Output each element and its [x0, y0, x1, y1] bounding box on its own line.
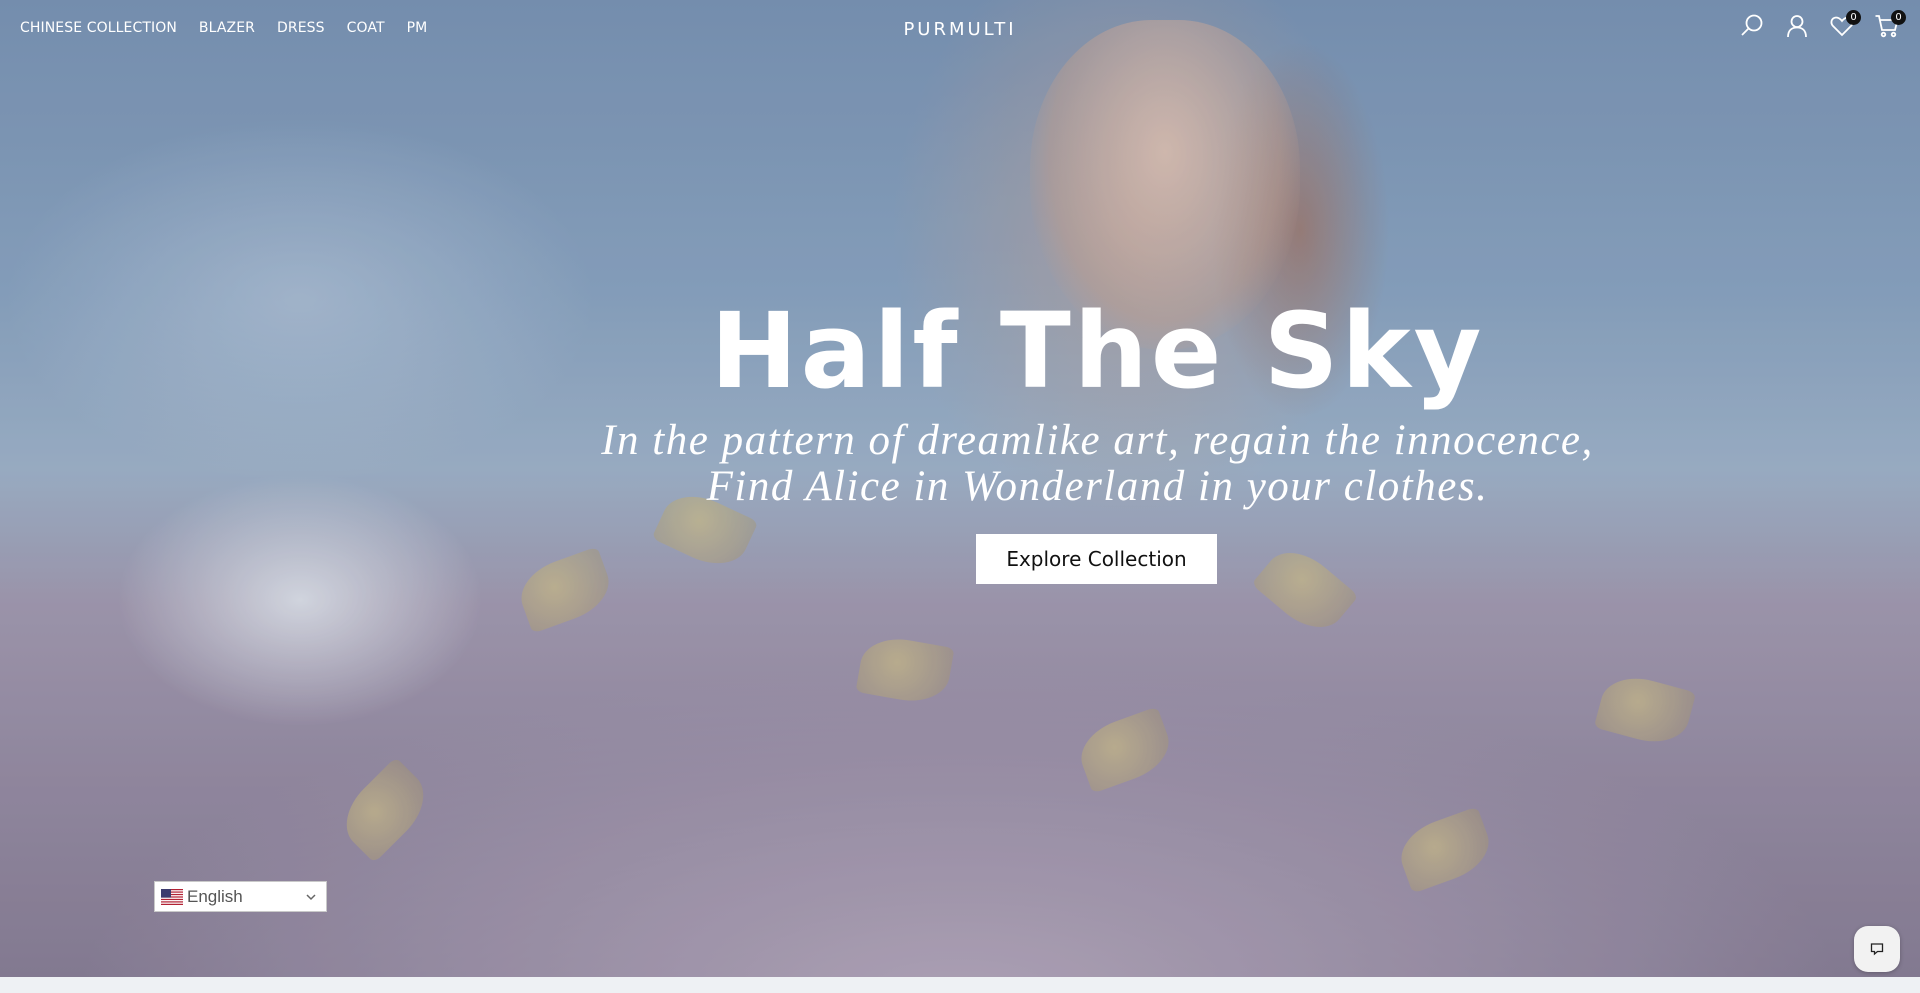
menu-item-chinese-collection[interactable]: CHINESE COLLECTION	[20, 20, 177, 36]
page-bottom-strip	[0, 977, 1920, 993]
explore-collection-button[interactable]: Explore Collection	[976, 534, 1217, 584]
language-selector[interactable]: English	[154, 881, 327, 912]
cart-count-badge: 0	[1891, 10, 1906, 25]
chevron-down-icon	[306, 894, 316, 901]
chat-bubble-icon	[1870, 943, 1884, 956]
wishlist-count-badge: 0	[1846, 10, 1861, 25]
header-icons: 0 0	[1739, 10, 1906, 39]
search-button[interactable]	[1739, 13, 1765, 39]
hero-title: Half The Sky	[710, 290, 1485, 412]
menu-item-pm[interactable]: PM	[407, 20, 428, 36]
main-menu: CHINESE COLLECTION BLAZER DRESS COAT PM	[20, 20, 449, 36]
hero-subtitle-line-2: Find Alice in Wonderland in your clothes…	[706, 463, 1489, 510]
user-icon	[1787, 15, 1807, 38]
us-flag-icon	[161, 888, 183, 905]
account-button[interactable]	[1784, 13, 1810, 39]
site-logo[interactable]: PURMULTI	[903, 19, 1016, 40]
search-icon	[1741, 14, 1763, 36]
menu-item-coat[interactable]: COAT	[347, 20, 385, 36]
wishlist-button[interactable]: 0	[1829, 10, 1861, 39]
menu-item-blazer[interactable]: BLAZER	[199, 20, 255, 36]
site-header: CHINESE COLLECTION BLAZER DRESS COAT PM …	[0, 0, 1920, 60]
hero-subtitle-line-1: In the pattern of dreamlike art, regain …	[601, 417, 1594, 464]
chat-button[interactable]	[1854, 926, 1900, 972]
menu-item-dress[interactable]: DRESS	[277, 20, 325, 36]
hero-subtitle: In the pattern of dreamlike art, regain …	[0, 418, 1920, 510]
language-label: English	[187, 886, 243, 906]
cart-button[interactable]: 0	[1874, 10, 1906, 39]
